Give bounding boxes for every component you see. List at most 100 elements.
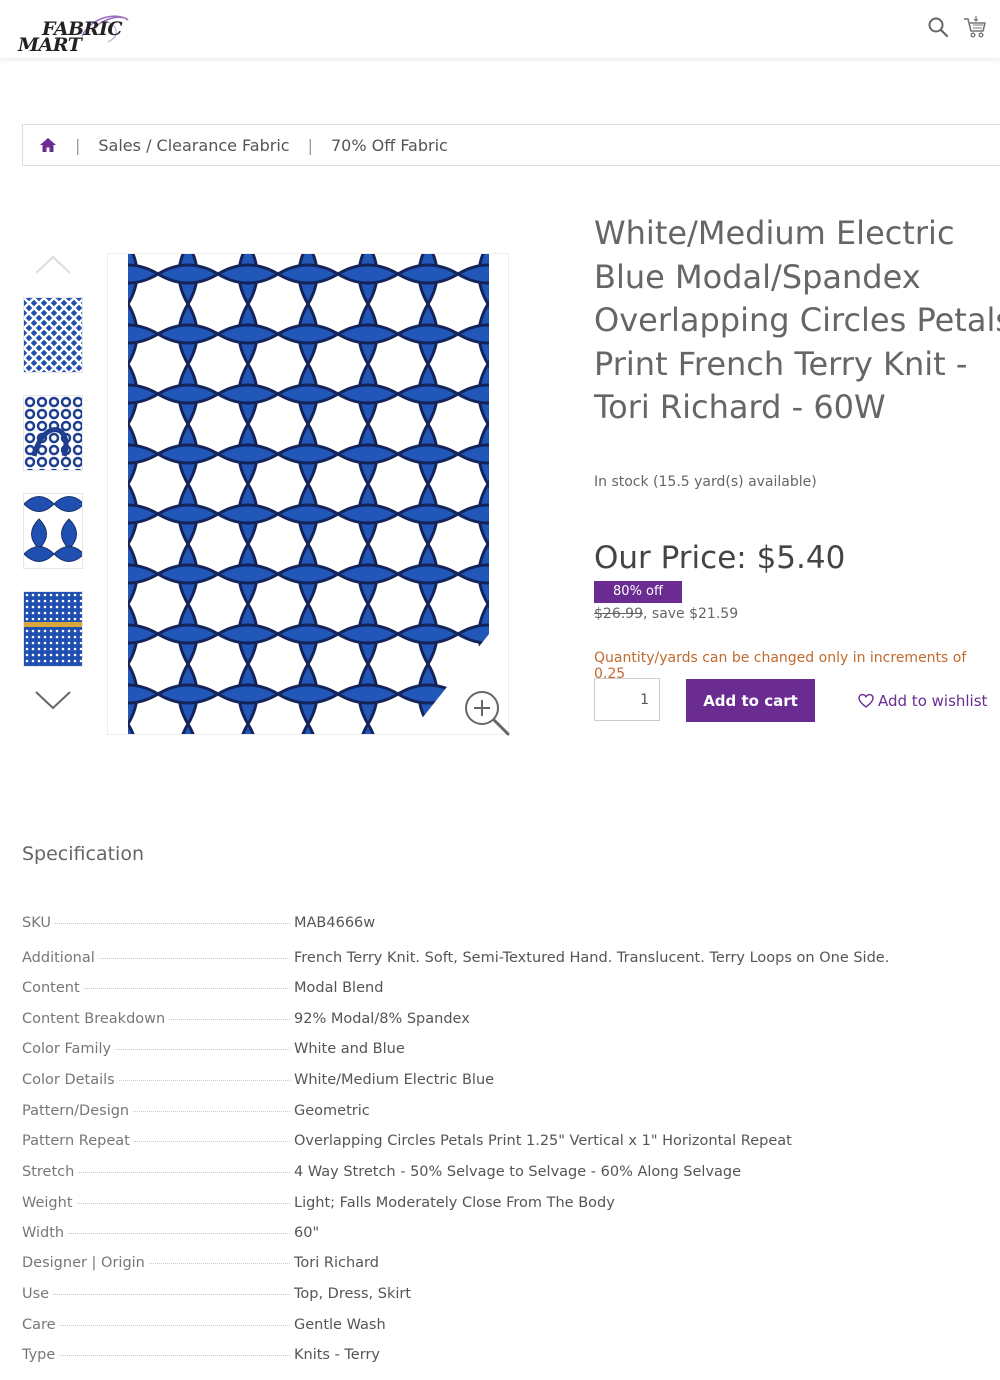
site-header: FABRIC MART xyxy=(0,0,1000,58)
spec-value: 4 Way Stretch - 50% Selvage to Selvage -… xyxy=(294,1164,742,1180)
logo-line2: MART xyxy=(18,34,82,56)
spec-value: MAB4666w xyxy=(294,915,376,931)
spec-row: Color Family White and Blue xyxy=(22,1041,992,1067)
spec-label-text: Content xyxy=(22,980,80,996)
spec-value: Gentle Wash xyxy=(294,1317,386,1333)
cart-icon[interactable] xyxy=(962,14,988,40)
spec-label: Weight xyxy=(22,1195,290,1211)
spec-label-text: Use xyxy=(22,1286,50,1302)
breadcrumb-separator: | xyxy=(307,135,313,155)
thumbnail-measure-image xyxy=(24,592,82,666)
spec-row: Designer | Origin Tori Richard xyxy=(22,1255,992,1281)
spec-label: Care xyxy=(22,1317,290,1333)
spec-leader-dots xyxy=(53,1294,290,1295)
spec-label-text: Weight xyxy=(22,1195,73,1211)
spec-leader-dots xyxy=(59,1355,290,1356)
spec-row: SKU MAB4666w xyxy=(22,915,992,941)
discount-badge: 80% off xyxy=(594,581,682,603)
thumbnail-swirl-image xyxy=(24,396,82,470)
spec-leader-dots xyxy=(59,1325,290,1326)
chevron-down-icon[interactable] xyxy=(34,688,72,710)
breadcrumb-sales-clearance[interactable]: Sales / Clearance Fabric xyxy=(98,136,289,155)
spec-value: Geometric xyxy=(294,1103,370,1119)
spec-label-text: Additional xyxy=(22,950,95,966)
spec-value: White and Blue xyxy=(294,1041,405,1057)
thumbnail-1[interactable] xyxy=(23,297,83,373)
thumbnail-4[interactable] xyxy=(23,591,83,667)
spec-label-text: Color Details xyxy=(22,1072,115,1088)
quantity-input[interactable] xyxy=(594,678,660,721)
spec-label-text: Stretch xyxy=(22,1164,75,1180)
spec-label-text: Pattern Repeat xyxy=(22,1133,130,1149)
spec-leader-dots xyxy=(118,1080,290,1081)
breadcrumb-separator: | xyxy=(75,135,81,155)
spec-row: Care Gentle Wash xyxy=(22,1317,992,1343)
spec-label: Content Breakdown xyxy=(22,1011,290,1027)
spec-value: Overlapping Circles Petals Print 1.25" V… xyxy=(294,1133,792,1149)
spec-row: Content Breakdown 92% Modal/8% Spandex xyxy=(22,1011,992,1037)
spec-label: Content xyxy=(22,980,290,996)
save-amount: , save $21.59 xyxy=(643,606,739,622)
spec-value: Knits - Terry xyxy=(294,1347,380,1363)
spec-leader-dots xyxy=(148,1263,290,1264)
spec-leader-dots xyxy=(98,958,290,959)
spec-label: Stretch xyxy=(22,1164,290,1180)
spec-label: Color Details xyxy=(22,1072,290,1088)
add-to-cart-button[interactable]: Add to cart xyxy=(686,679,815,722)
thumbnail-lattice-image xyxy=(24,298,82,372)
fabric-mart-logo[interactable]: FABRIC MART xyxy=(18,12,130,58)
spec-row: Pattern/Design Geometric xyxy=(22,1103,992,1129)
spec-row: Use Top, Dress, Skirt xyxy=(22,1286,992,1312)
spec-row: Content Modal Blend xyxy=(22,980,992,1006)
main-product-image[interactable] xyxy=(107,253,509,735)
spec-leader-dots xyxy=(169,1019,290,1020)
spec-row: Color Details White/Medium Electric Blue xyxy=(22,1072,992,1098)
thumbnail-petal-closeup-image xyxy=(24,494,82,568)
spec-label: Width xyxy=(22,1225,290,1241)
spec-label-text: Care xyxy=(22,1317,56,1333)
breadcrumb: | Sales / Clearance Fabric | 70% Off Fab… xyxy=(22,124,1000,166)
spec-value: White/Medium Electric Blue xyxy=(294,1072,495,1088)
spec-label: Pattern/Design xyxy=(22,1103,290,1119)
spec-label: Designer | Origin xyxy=(22,1255,290,1271)
spec-row: Width 60" xyxy=(22,1225,992,1251)
search-icon[interactable] xyxy=(925,14,951,40)
wishlist-label: Add to wishlist xyxy=(878,692,988,710)
chevron-up-icon[interactable] xyxy=(34,253,72,275)
stock-status: In stock (15.5 yard(s) available) xyxy=(594,474,817,490)
heart-icon xyxy=(858,693,874,708)
spec-label-text: Width xyxy=(22,1225,65,1241)
product-price: Our Price: $5.40 xyxy=(594,540,846,576)
spec-label-text: SKU xyxy=(22,915,51,931)
spec-leader-dots xyxy=(115,1049,290,1050)
zoom-icon[interactable] xyxy=(458,686,512,740)
spec-leader-dots xyxy=(76,1203,290,1204)
spec-value: Tori Richard xyxy=(294,1255,379,1271)
spec-label: Color Family xyxy=(22,1041,290,1057)
spec-leader-dots xyxy=(133,1141,290,1142)
spec-label: Pattern Repeat xyxy=(22,1133,290,1149)
spec-label: SKU xyxy=(22,915,290,931)
spec-row: Additional French Terry Knit. Soft, Semi-… xyxy=(22,950,992,976)
spec-row: Stretch 4 Way Stretch - 50% Selvage to Se… xyxy=(22,1164,992,1190)
spec-label: Use xyxy=(22,1286,290,1302)
spec-leader-dots xyxy=(68,1233,290,1234)
spec-leader-dots xyxy=(78,1172,290,1173)
spec-label-text: Content Breakdown xyxy=(22,1011,166,1027)
fabric-pattern-image xyxy=(128,254,489,734)
spec-label: Additional xyxy=(22,950,290,966)
thumbnail-2[interactable] xyxy=(23,395,83,471)
breadcrumb-70-off[interactable]: 70% Off Fabric xyxy=(331,136,448,155)
spec-label-text: Color Family xyxy=(22,1041,112,1057)
spec-label-text: Designer | Origin xyxy=(22,1255,145,1271)
spec-value: French Terry Knit. Soft, Semi-Textured H… xyxy=(294,950,890,966)
spec-label: Type xyxy=(22,1347,290,1363)
spec-value: 60" xyxy=(294,1225,320,1241)
spec-label-text: Pattern/Design xyxy=(22,1103,130,1119)
add-to-wishlist-button[interactable]: Add to wishlist xyxy=(858,692,987,710)
thumbnail-3[interactable] xyxy=(23,493,83,569)
spec-leader-dots xyxy=(133,1111,290,1112)
specification-heading: Specification xyxy=(22,843,144,865)
spec-row: Type Knits - Terry xyxy=(22,1347,992,1373)
home-icon[interactable] xyxy=(39,136,57,154)
